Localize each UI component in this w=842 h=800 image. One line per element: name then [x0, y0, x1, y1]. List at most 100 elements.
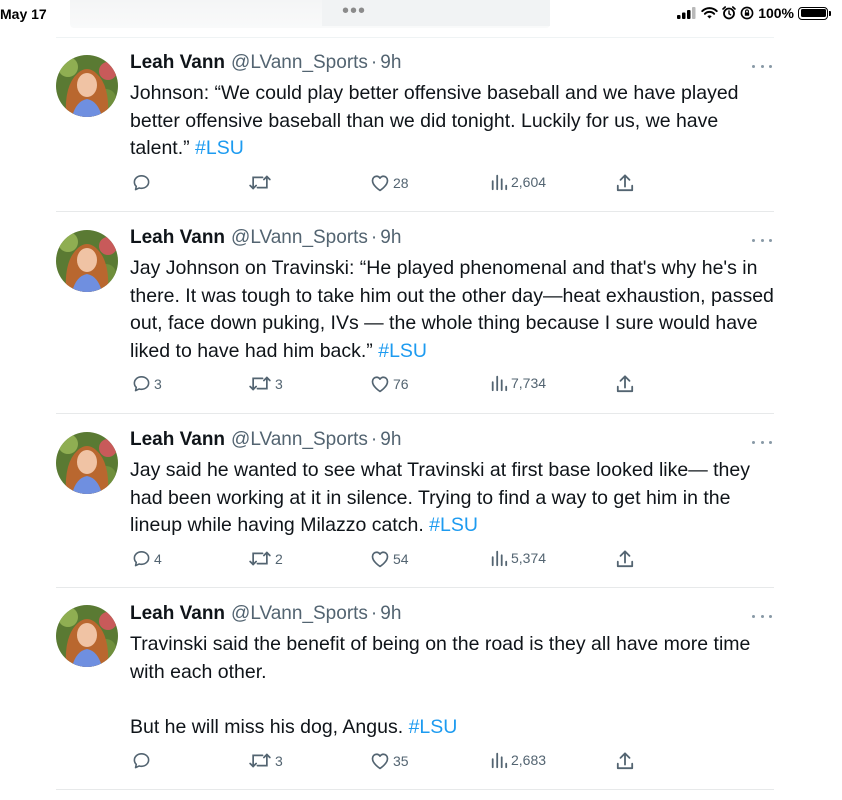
views-icon	[491, 550, 508, 567]
separator-dot: ·	[370, 52, 378, 73]
retweet-count: 2	[275, 550, 283, 567]
tweet-text: Jay Johnson on Travinski: “He played phe…	[130, 255, 774, 365]
like-button[interactable]: 28	[370, 173, 409, 192]
views-icon	[491, 174, 508, 191]
reply-icon	[133, 375, 150, 392]
share-button[interactable]	[616, 374, 634, 394]
like-button[interactable]: 76	[370, 374, 409, 393]
share-button[interactable]	[616, 751, 634, 771]
retweet-count: 3	[275, 375, 283, 392]
author-name[interactable]: Leah Vann	[130, 429, 225, 451]
more-icon[interactable]	[750, 608, 774, 624]
author-handle[interactable]: @LVann_Sports	[231, 227, 368, 249]
separator-dot: ·	[370, 429, 378, 450]
battery-icon	[798, 6, 831, 20]
share-icon	[616, 550, 634, 568]
reply-button[interactable]	[132, 173, 154, 192]
alarm-icon	[722, 6, 736, 20]
separator-dot: ·	[370, 227, 378, 248]
views-button[interactable]: 5,374	[490, 549, 546, 567]
avatar[interactable]	[56, 605, 118, 667]
views-count: 5,374	[511, 550, 547, 566]
reply-count: 4	[154, 550, 162, 567]
retweet-icon	[249, 551, 271, 566]
reply-button[interactable]	[132, 751, 154, 770]
avatar[interactable]	[56, 230, 118, 292]
views-icon	[491, 375, 508, 392]
status-date: May 17	[0, 6, 47, 22]
wifi-icon	[701, 7, 718, 19]
battery-percent: 100%	[758, 5, 794, 21]
tweet[interactable]: Leah Vann @LVann_Sports · 9h Johnson: “W…	[56, 38, 774, 212]
author-handle[interactable]: @LVann_Sports	[231, 603, 368, 625]
hashtag-link[interactable]: #LSU	[409, 716, 458, 738]
tweet-body: But he will miss his dog, Angus.	[130, 715, 409, 738]
views-button[interactable]: 2,683	[490, 751, 546, 769]
tweet-actions: 3 3 76 7,734	[130, 374, 634, 396]
tweet-time[interactable]: 9h	[380, 603, 401, 625]
avatar[interactable]	[56, 432, 118, 494]
tweet-body: Jay Johnson on Travinski: “He played phe…	[130, 257, 774, 362]
tweet-paragraph: Jay said he wanted to see what Travinski…	[130, 457, 774, 540]
retweet-icon	[249, 753, 271, 768]
reply-icon	[133, 174, 150, 191]
more-icon[interactable]	[750, 58, 774, 74]
multitasking-dots-icon[interactable]: •••	[342, 1, 366, 21]
like-button[interactable]: 35	[370, 751, 409, 770]
signal-icon	[677, 7, 696, 19]
views-count: 2,604	[511, 174, 547, 190]
tweet-header: Leah Vann @LVann_Sports · 9h	[130, 429, 401, 451]
like-count: 28	[393, 174, 409, 191]
tweet-actions: 3 35 2,683	[130, 751, 634, 773]
author-name[interactable]: Leah Vann	[130, 52, 225, 74]
more-icon[interactable]	[750, 232, 774, 248]
tweet-text: Jay said he wanted to see what Travinski…	[130, 457, 774, 540]
tweet-time[interactable]: 9h	[380, 52, 401, 74]
retweet-button[interactable]: 3	[248, 374, 283, 393]
tweet-feed: Leah Vann @LVann_Sports · 9h Johnson: “W…	[56, 38, 774, 790]
reply-count: 3	[154, 375, 162, 392]
tweet[interactable]: Leah Vann @LVann_Sports · 9h Jay said he…	[56, 414, 774, 588]
hashtag-link[interactable]: #LSU	[429, 514, 478, 536]
tweet[interactable]: Leah Vann @LVann_Sports · 9h Jay Johnson…	[56, 212, 774, 414]
views-button[interactable]: 7,734	[490, 374, 546, 392]
author-name[interactable]: Leah Vann	[130, 227, 225, 249]
retweet-button[interactable]: 2	[248, 549, 283, 568]
views-button[interactable]: 2,604	[490, 173, 546, 191]
share-button[interactable]	[616, 173, 634, 193]
tweet-text: Johnson: “We could play better offensive…	[130, 80, 774, 163]
tweet-time[interactable]: 9h	[380, 227, 401, 249]
views-count: 2,683	[511, 752, 547, 768]
like-icon	[371, 376, 389, 393]
share-button[interactable]	[616, 549, 634, 569]
like-count: 54	[393, 550, 409, 567]
like-count: 76	[393, 375, 409, 392]
views-count: 7,734	[511, 375, 547, 391]
views-icon	[491, 752, 508, 769]
share-icon	[616, 752, 634, 770]
retweet-button[interactable]: 3	[248, 751, 283, 770]
retweet-button[interactable]	[248, 173, 275, 192]
tweet-paragraph: But he will miss his dog, Angus. #LSU	[130, 714, 774, 742]
tweet-actions: 4 2 54 5,374	[130, 549, 634, 571]
tweet-time[interactable]: 9h	[380, 429, 401, 451]
author-handle[interactable]: @LVann_Sports	[231, 429, 368, 451]
status-indicators: 100%	[677, 5, 831, 21]
avatar[interactable]	[56, 55, 118, 117]
like-icon	[371, 753, 389, 770]
reply-icon	[133, 550, 150, 567]
status-bar: May 17 ••• 100%	[0, 0, 842, 30]
like-count: 35	[393, 752, 409, 769]
reply-button[interactable]: 3	[132, 374, 162, 393]
hashtag-link[interactable]: #LSU	[195, 137, 244, 159]
author-name[interactable]: Leah Vann	[130, 603, 225, 625]
retweet-icon	[249, 175, 271, 190]
more-icon[interactable]	[750, 434, 774, 450]
tweet[interactable]: Leah Vann @LVann_Sports · 9h Travinski s…	[56, 588, 774, 790]
author-handle[interactable]: @LVann_Sports	[231, 52, 368, 74]
hashtag-link[interactable]: #LSU	[378, 340, 427, 362]
reply-button[interactable]: 4	[132, 549, 162, 568]
like-button[interactable]: 54	[370, 549, 409, 568]
battery-fill	[800, 9, 826, 17]
like-icon	[371, 175, 389, 192]
